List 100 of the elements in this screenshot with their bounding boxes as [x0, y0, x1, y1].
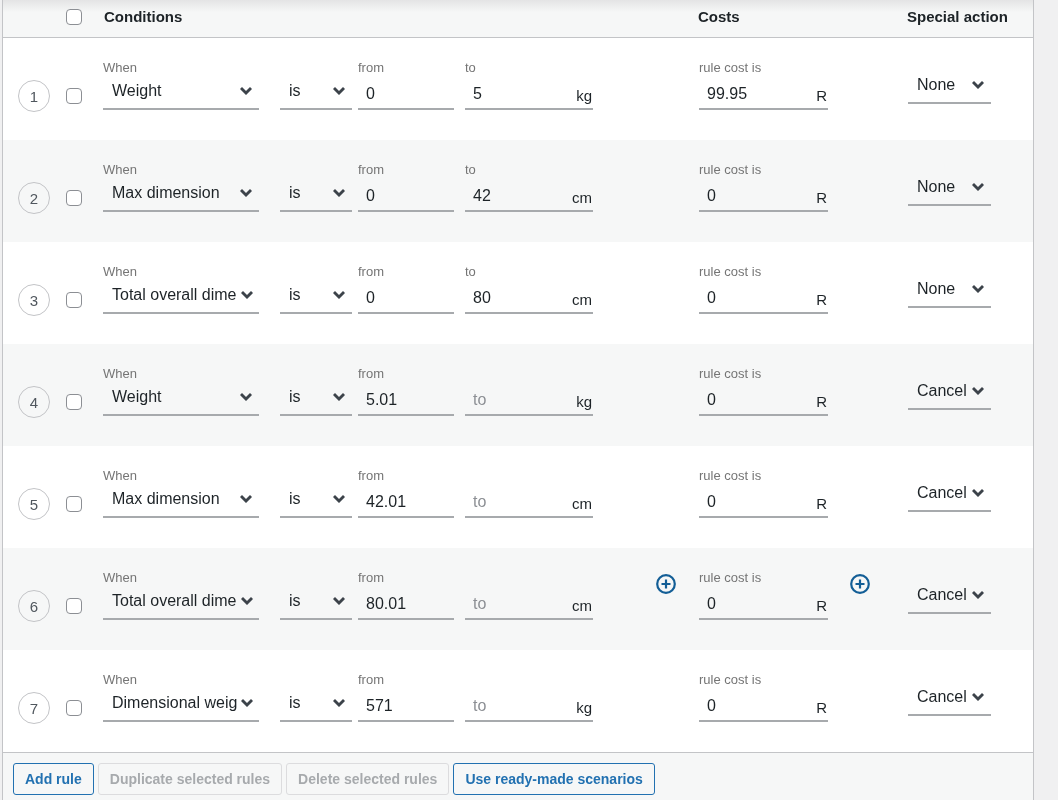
unit-label: cm: [572, 494, 592, 512]
currency-label: R: [816, 392, 827, 410]
caret-down-icon: [972, 183, 984, 191]
operator-select[interactable]: is: [280, 586, 352, 620]
condition-select[interactable]: Max dimension: [103, 484, 259, 518]
to-input[interactable]: to cm: [465, 586, 593, 620]
rule-checkbox[interactable]: [66, 496, 82, 512]
column-header: Special action: [907, 7, 1008, 26]
from-input[interactable]: 0: [358, 76, 454, 110]
cost-input[interactable]: 0 R: [699, 280, 828, 314]
condition-select[interactable]: Total overall dime: [103, 280, 259, 314]
cost-input[interactable]: 0 R: [699, 484, 828, 518]
from-input[interactable]: 80.01: [358, 586, 454, 620]
operator-select[interactable]: is: [280, 178, 352, 212]
caret-down-icon: [972, 285, 984, 293]
operator-select[interactable]: is: [280, 382, 352, 416]
field-label: rule cost is: [699, 264, 762, 280]
to-input[interactable]: to kg: [465, 382, 593, 416]
caret-down-icon: [240, 597, 253, 605]
to-input[interactable]: to kg: [465, 688, 593, 722]
rule-checkbox[interactable]: [66, 190, 82, 206]
unit-label: kg: [576, 698, 592, 716]
currency-label: R: [816, 188, 827, 206]
cost-input[interactable]: 0 R: [699, 586, 828, 620]
to-input[interactable]: 5 kg: [465, 76, 593, 110]
rule-checkbox[interactable]: [66, 394, 82, 410]
field-label: rule cost is: [699, 672, 762, 688]
field-label: rule cost is: [699, 468, 762, 484]
cost-input[interactable]: 99.95 R: [699, 76, 828, 110]
unit-label: cm: [572, 596, 592, 614]
condition-select[interactable]: Dimensional weig: [103, 688, 259, 722]
field-label: When: [103, 264, 137, 280]
condition-select[interactable]: Max dimension: [103, 178, 259, 212]
field-label: When: [103, 468, 137, 484]
from-input[interactable]: 0: [358, 178, 454, 212]
rule-checkbox[interactable]: [66, 700, 82, 716]
column-header: Costs: [698, 7, 741, 26]
footer-button[interactable]: Use ready-made scenarios: [453, 763, 655, 795]
field-label: When: [103, 60, 137, 76]
caret-down-icon: [972, 591, 984, 599]
field-label: to: [465, 162, 476, 178]
from-input[interactable]: 571: [358, 688, 454, 722]
caret-down-icon: [333, 87, 345, 95]
unit-label: kg: [576, 392, 592, 410]
caret-down-icon: [241, 699, 254, 707]
cost-input[interactable]: 0 R: [699, 688, 828, 722]
action-select[interactable]: Cancel: [908, 376, 991, 410]
to-input[interactable]: 42 cm: [465, 178, 593, 212]
field-label: from: [358, 264, 384, 280]
rule-checkbox[interactable]: [66, 88, 82, 104]
operator-select[interactable]: is: [280, 76, 352, 110]
select-all-checkbox[interactable]: [66, 8, 82, 25]
action-select[interactable]: Cancel: [908, 478, 991, 512]
rule-checkbox[interactable]: [66, 292, 82, 308]
to-input[interactable]: to cm: [465, 484, 593, 518]
operator-select[interactable]: is: [280, 688, 352, 722]
caret-down-icon: [240, 291, 253, 299]
caret-down-icon: [240, 87, 252, 95]
operator-select[interactable]: is: [280, 484, 352, 518]
action-select[interactable]: None: [908, 172, 991, 206]
field-label: from: [358, 366, 384, 382]
caret-down-icon: [333, 189, 345, 197]
from-input[interactable]: 42.01: [358, 484, 454, 518]
caret-down-icon: [972, 489, 984, 497]
operator-select[interactable]: is: [280, 280, 352, 314]
currency-label: R: [816, 596, 827, 614]
condition-select[interactable]: Weight: [103, 382, 259, 416]
field-label: to: [465, 60, 476, 76]
caret-down-icon: [240, 189, 252, 197]
caret-down-icon: [240, 495, 252, 503]
field-label: from: [358, 672, 384, 688]
to-input[interactable]: 80 cm: [465, 280, 593, 314]
from-input[interactable]: 5.01: [358, 382, 454, 416]
caret-down-icon: [333, 597, 345, 605]
footer-button[interactable]: Add rule: [13, 763, 94, 795]
condition-select[interactable]: Total overall dime: [103, 586, 259, 620]
action-select[interactable]: Cancel: [908, 682, 991, 716]
field-label: When: [103, 366, 137, 382]
action-select[interactable]: None: [908, 70, 991, 104]
rule-checkbox[interactable]: [66, 598, 82, 614]
currency-label: R: [816, 86, 827, 104]
condition-select[interactable]: Weight: [103, 76, 259, 110]
cost-input[interactable]: 0 R: [699, 382, 828, 416]
cost-input[interactable]: 0 R: [699, 178, 828, 212]
unit-label: cm: [572, 290, 592, 308]
caret-down-icon: [972, 81, 984, 89]
caret-down-icon: [240, 393, 252, 401]
action-select[interactable]: Cancel: [908, 580, 991, 614]
caret-down-icon: [333, 393, 345, 401]
unit-label: kg: [576, 86, 592, 104]
caret-down-icon: [972, 387, 984, 395]
plus-circle-icon[interactable]: [656, 574, 676, 594]
currency-label: R: [816, 290, 827, 308]
action-select[interactable]: None: [908, 274, 991, 308]
from-input[interactable]: 0: [358, 280, 454, 314]
field-label: from: [358, 60, 384, 76]
field-label: to: [465, 264, 476, 280]
caret-down-icon: [972, 693, 984, 701]
caret-down-icon: [333, 495, 345, 503]
plus-circle-icon[interactable]: [850, 574, 870, 594]
